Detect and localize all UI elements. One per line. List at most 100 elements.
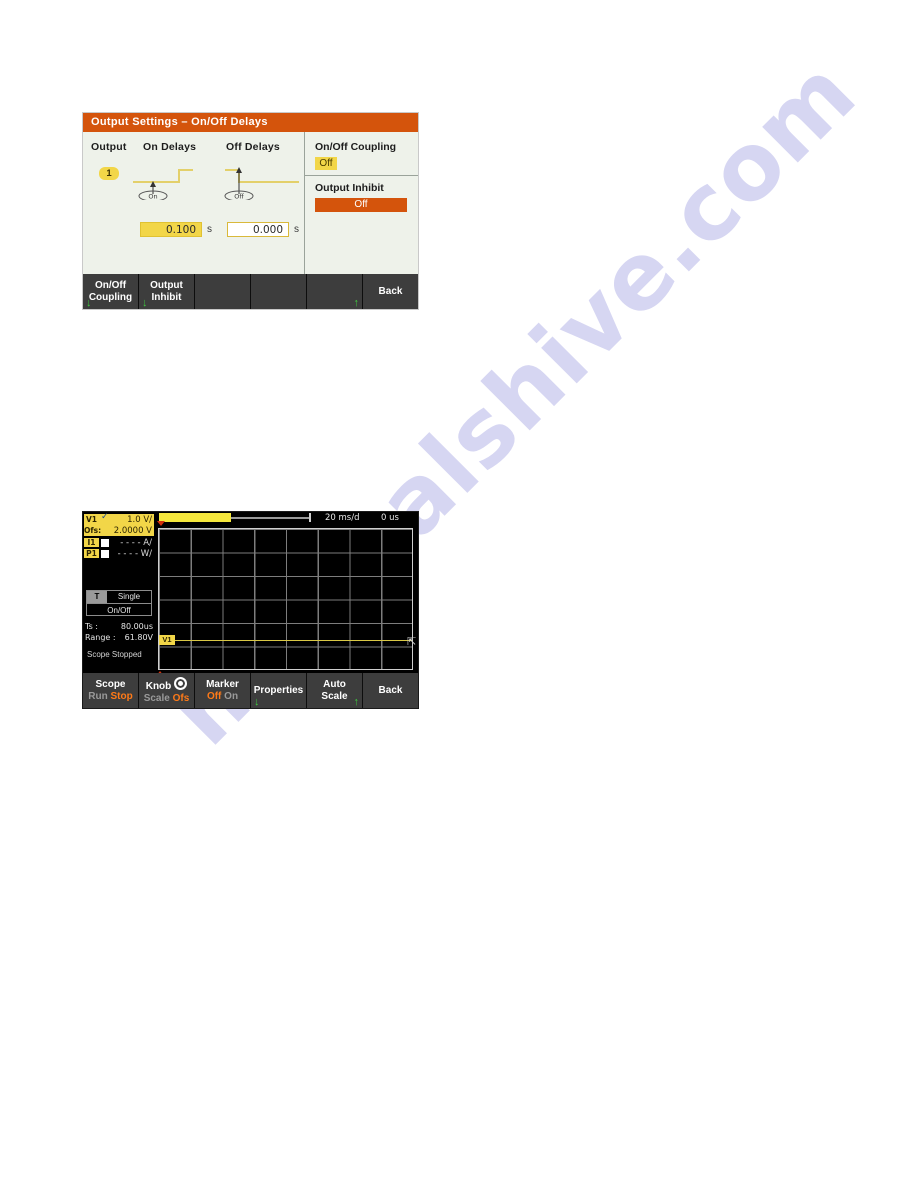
status-ts-label: Ts : xyxy=(85,622,98,631)
offset-label: Ofs: xyxy=(84,526,102,535)
svg-text:On: On xyxy=(148,193,157,201)
trigger-mode: Single xyxy=(117,592,141,601)
on-delay-unit: s xyxy=(207,224,212,235)
softkey-output-inhibit[interactable]: Output Inhibit ↓ xyxy=(139,274,195,309)
trigger-box[interactable]: T Single On/Off xyxy=(86,590,152,616)
coupling-value[interactable]: Off xyxy=(315,157,337,170)
coupling-label: On/Off Coupling xyxy=(315,141,397,153)
softkey-blank-5[interactable]: ↑ xyxy=(307,274,363,309)
softkey-option-off[interactable]: Off xyxy=(207,691,221,702)
channel-row-v1[interactable]: V1 1.0 V/ xyxy=(84,513,154,525)
channel-value-v1: 1.0 V/ xyxy=(127,514,152,525)
off-delay-input[interactable]: 0.000 xyxy=(227,222,289,237)
softkey-on-off-coupling[interactable]: On/Off Coupling ↓ xyxy=(83,274,139,309)
status-ts-value: 80.00us xyxy=(120,622,153,631)
softkey-option-ofs[interactable]: Ofs xyxy=(173,693,190,704)
scope-timebase-bar: 20 ms/d 0 us xyxy=(155,512,418,527)
knob-icon xyxy=(174,676,188,690)
on-delay-input[interactable]: 0.100 xyxy=(140,222,202,237)
channel-tag-p1: P1 xyxy=(84,549,99,558)
arrow-up-icon: ↑ xyxy=(353,297,360,309)
softkey-back[interactable]: Back xyxy=(363,673,418,708)
scope-sidebar: V1 1.0 V/ Ofs: 2.0000 V I1 - - - - A/ P1… xyxy=(83,512,155,675)
arrow-down-icon: ↓ xyxy=(86,297,92,309)
scope-graticule xyxy=(158,528,413,670)
status-range-value: 61.80V xyxy=(124,633,153,642)
softkey-scope-run-stop[interactable]: Scope Run Stop xyxy=(83,673,139,708)
softkey-option-scale[interactable]: Scale xyxy=(144,693,170,704)
softkey-label-line2: Run Stop xyxy=(88,691,132,703)
trigger-t-badge: T xyxy=(87,591,107,603)
scope-view-panel: V1 1.0 V/ Ofs: 2.0000 V I1 - - - - A/ P1… xyxy=(82,511,419,709)
softkey-knob-scale-ofs[interactable]: Knob Scale Ofs xyxy=(139,673,195,708)
delays-right-section: On/Off Coupling Off Output Inhibit Off xyxy=(305,132,418,275)
softkey-auto-scale[interactable]: Auto Scale ↑ xyxy=(307,673,363,708)
panel-title: Output Settings – On/Off Delays xyxy=(83,113,418,132)
offset-value: 2.0000 V xyxy=(113,525,152,536)
channel-row-i1[interactable]: I1 - - - - A/ xyxy=(84,537,154,548)
status-ts: Ts : 80.00us xyxy=(85,622,153,631)
status-range: Range : 61.80V xyxy=(85,633,153,642)
offset-cursor-icon[interactable]: ⇱ xyxy=(407,637,416,648)
column-header-output: Output xyxy=(91,141,127,153)
arrow-down-icon: ↓ xyxy=(142,297,148,309)
inhibit-label: Output Inhibit xyxy=(315,182,384,194)
time-per-division: 20 ms/d xyxy=(325,513,360,523)
softkey-label-line1: Output xyxy=(150,279,183,291)
softkey-label-line2: Scale Ofs xyxy=(144,693,190,705)
softkey-label-line1: Scope xyxy=(95,678,126,690)
softkey-label-line1: Auto xyxy=(323,678,346,690)
trigger-position-marker-icon xyxy=(157,521,165,526)
softkey-label-line1: Back xyxy=(378,285,403,297)
arrow-down-icon: ↓ xyxy=(254,696,260,708)
softkey-label-line1: Marker xyxy=(206,678,239,690)
channel-value-i1: - - - - A/ xyxy=(120,537,152,548)
column-header-on-delays: On Delays xyxy=(143,141,197,153)
arrow-up-icon: ↑ xyxy=(353,696,360,708)
softkey-properties[interactable]: Properties ↓ xyxy=(251,673,307,708)
timebase-fill xyxy=(159,513,231,522)
trigger-source: On/Off xyxy=(107,606,131,615)
checkbox-v1-icon[interactable] xyxy=(101,513,109,524)
trigger-top-row: T Single xyxy=(87,591,151,604)
softkey-marker-off-on[interactable]: Marker Off On xyxy=(195,673,251,708)
svg-text:Off: Off xyxy=(234,193,244,201)
off-delay-unit: s xyxy=(294,224,299,235)
channel-row-offset[interactable]: Ofs: 2.0000 V xyxy=(84,525,154,536)
scope-main-area: V1 1.0 V/ Ofs: 2.0000 V I1 - - - - A/ P1… xyxy=(83,512,420,676)
channel-tag-i1: I1 xyxy=(84,538,99,547)
softkey-label-line2: Coupling xyxy=(88,291,133,303)
timebase-end-marker xyxy=(309,513,311,522)
channel-row-p1[interactable]: P1 - - - - W/ xyxy=(84,548,154,559)
on-delay-waveform-icon: On xyxy=(133,169,193,201)
delays-softkey-bar: On/Off Coupling ↓ Output Inhibit ↓ ↑ Bac… xyxy=(83,274,418,309)
softkey-option-run[interactable]: Run xyxy=(88,691,107,702)
softkey-back[interactable]: Back xyxy=(363,274,418,309)
output-channel-badge[interactable]: 1 xyxy=(99,167,119,180)
output-settings-delays-panel: Output Settings – On/Off Delays Output O… xyxy=(82,112,419,310)
softkey-label-line1: Back xyxy=(378,684,403,696)
checkbox-p1-icon[interactable] xyxy=(101,549,109,558)
softkey-knob-text: Knob xyxy=(145,680,172,692)
softkey-blank-4[interactable] xyxy=(251,274,307,309)
scope-graticule-wrap[interactable]: V1 ⇱ xyxy=(155,527,420,676)
status-range-label: Range : xyxy=(85,633,116,642)
inhibit-value[interactable]: Off xyxy=(315,198,407,212)
softkey-label-line2: Off On xyxy=(207,691,238,703)
softkey-option-on[interactable]: On xyxy=(224,691,238,702)
scope-plot-area: 20 ms/d 0 us V1 ⇱ xyxy=(155,512,420,676)
softkey-label-line1: Properties xyxy=(253,684,304,696)
status-run-state: Scope Stopped xyxy=(87,650,142,659)
softkey-blank-3[interactable] xyxy=(195,274,251,309)
softkey-label-line1: On/Off xyxy=(94,279,127,291)
channel-value-p1: - - - - W/ xyxy=(117,548,152,559)
off-delay-waveform-icon: Off xyxy=(224,167,299,201)
softkey-label-line2: Inhibit xyxy=(151,291,182,303)
scope-softkey-bar: Scope Run Stop Knob Scale Ofs Marker Off… xyxy=(83,673,418,708)
checkbox-i1-icon[interactable] xyxy=(101,538,109,547)
channel-tag-v1: V1 xyxy=(84,515,99,524)
trace-label-v1[interactable]: V1 xyxy=(159,635,175,645)
softkey-option-stop[interactable]: Stop xyxy=(111,691,133,702)
section-divider xyxy=(305,175,418,176)
waveform-trace-v1 xyxy=(159,640,412,641)
